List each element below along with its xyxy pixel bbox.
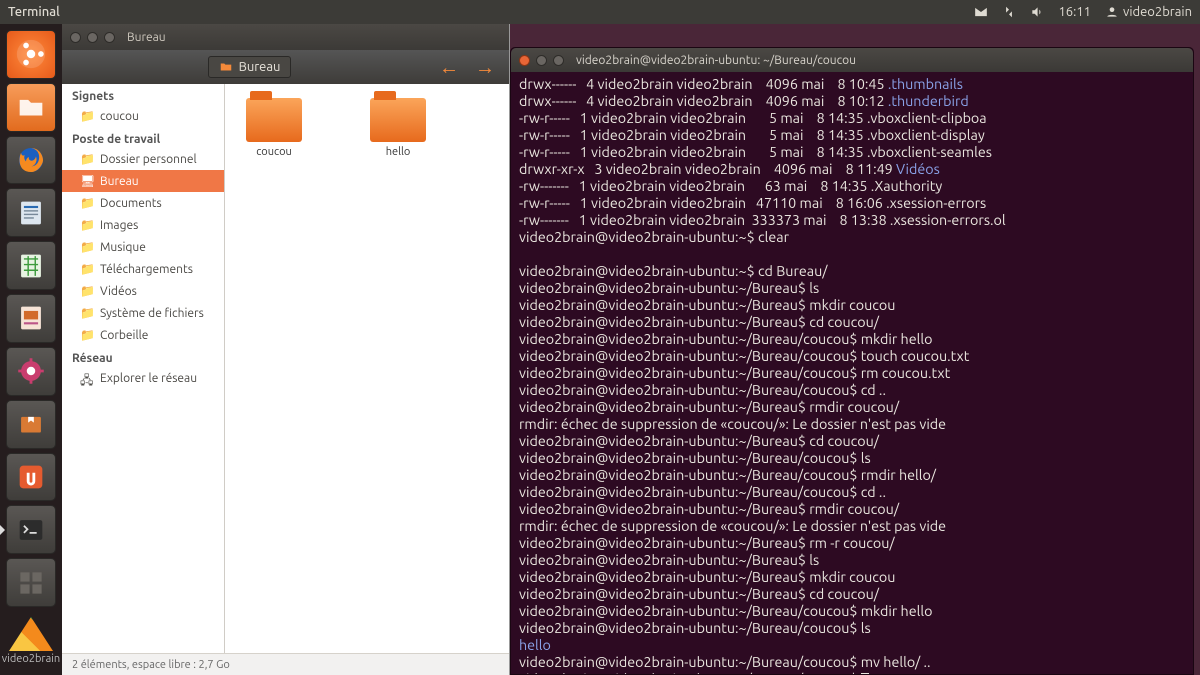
minimize-icon[interactable] bbox=[87, 32, 98, 43]
video2brain-logo-icon bbox=[9, 617, 53, 651]
minimize-icon[interactable] bbox=[536, 55, 547, 66]
folder-icon: 📁 bbox=[80, 240, 94, 254]
sidebar-item-musique[interactable]: 📁 Musique bbox=[62, 236, 224, 258]
folder-icon bbox=[370, 98, 426, 142]
launcher-ubuntuone[interactable] bbox=[6, 453, 56, 502]
sidebar-section-network: Réseau bbox=[62, 346, 224, 367]
folder-icon: 📁 bbox=[80, 262, 94, 276]
launcher-firefox[interactable] bbox=[6, 136, 56, 185]
network-indicator[interactable] bbox=[1002, 5, 1016, 19]
file-toolbar: Bureau ← → bbox=[62, 50, 509, 84]
active-app-title: Terminal bbox=[8, 5, 60, 19]
terminal-title: video2brain@video2brain-ubuntu: ~/Bureau… bbox=[576, 54, 856, 67]
close-icon[interactable] bbox=[70, 32, 81, 43]
sidebar-item-label: Bureau bbox=[100, 175, 139, 188]
sidebar-item-documents[interactable]: 📁 Documents bbox=[62, 192, 224, 214]
sidebar-item-label: Téléchargements bbox=[100, 263, 193, 276]
terminal-output[interactable]: drwx------ 4 video2brain video2brain 409… bbox=[511, 72, 1193, 674]
mail-indicator[interactable] bbox=[974, 5, 988, 19]
nav-forward-button[interactable]: → bbox=[471, 55, 499, 80]
launcher-terminal[interactable] bbox=[6, 505, 56, 554]
sidebar-item-corbeille[interactable]: 📁 Corbeille bbox=[62, 324, 224, 346]
session-user-label: video2brain bbox=[1123, 5, 1192, 19]
sidebar-item-label: Documents bbox=[100, 197, 162, 210]
sidebar-item-système-de-fichiers[interactable]: 📁 Système de fichiers bbox=[62, 302, 224, 324]
folder-label: coucou bbox=[239, 146, 309, 158]
sidebar-section-bookmarks: Signets bbox=[62, 84, 224, 105]
watermark: video2brain bbox=[2, 611, 60, 675]
sidebar-item-label: Musique bbox=[100, 241, 146, 254]
sound-indicator[interactable] bbox=[1030, 5, 1044, 19]
launcher-calc[interactable] bbox=[6, 241, 56, 290]
maximize-icon[interactable] bbox=[553, 55, 564, 66]
statusbar: 2 éléments, espace libre : 2,7 Go bbox=[62, 653, 509, 675]
sidebar-section-workstation: Poste de travail bbox=[62, 127, 224, 148]
terminal-titlebar[interactable]: video2brain@video2brain-ubuntu: ~/Bureau… bbox=[511, 48, 1193, 72]
dash-button[interactable] bbox=[6, 30, 56, 79]
launcher-impress[interactable] bbox=[6, 294, 56, 343]
folder-icon: 📁 bbox=[80, 306, 94, 320]
sidebar-item-vidéos[interactable]: 📁 Vidéos bbox=[62, 280, 224, 302]
window-titlebar[interactable]: Bureau bbox=[62, 24, 509, 50]
breadcrumb-label: Bureau bbox=[239, 60, 281, 74]
unity-launcher: video2brain bbox=[0, 24, 62, 675]
folder-hello[interactable]: hello bbox=[363, 98, 433, 158]
places-sidebar: Signets 📁 coucou Poste de travail 📁 Dossie… bbox=[62, 84, 225, 653]
close-icon[interactable] bbox=[519, 55, 530, 66]
terminal-window: video2brain@video2brain-ubuntu: ~/Bureau… bbox=[510, 47, 1194, 675]
breadcrumb[interactable]: Bureau bbox=[208, 56, 292, 78]
folder-label: hello bbox=[363, 146, 433, 158]
sidebar-item-label: Images bbox=[100, 219, 138, 232]
launcher-writer[interactable] bbox=[6, 188, 56, 237]
folder-icon: 📁 bbox=[80, 284, 94, 298]
folder-icon bbox=[219, 60, 233, 74]
sidebar-item-label: Système de fichiers bbox=[100, 307, 204, 320]
folder-icon: 📁 bbox=[80, 328, 94, 342]
folder-icon: 🖥 bbox=[80, 174, 94, 188]
watermark-label: video2brain bbox=[2, 653, 60, 665]
sidebar-item-label: Explorer le réseau bbox=[100, 372, 197, 385]
sidebar-item-label: Vidéos bbox=[100, 285, 137, 298]
sidebar-item-label: Dossier personnel bbox=[100, 153, 197, 166]
launcher-settings[interactable] bbox=[6, 347, 56, 396]
clock[interactable]: 16:11 bbox=[1058, 5, 1091, 19]
sidebar-item-label: Corbeille bbox=[100, 329, 148, 342]
launcher-software-center[interactable] bbox=[6, 400, 56, 449]
sidebar-item-coucou[interactable]: 📁 coucou bbox=[62, 105, 224, 127]
launcher-workspace[interactable] bbox=[6, 558, 56, 607]
file-manager-window: Bureau Bureau ← → Signets 📁 coucou Poste … bbox=[62, 24, 510, 675]
sidebar-item-network[interactable]: 🖧 Explorer le réseau bbox=[62, 367, 224, 389]
status-text: 2 éléments, espace libre : 2,7 Go bbox=[72, 659, 230, 671]
sidebar-item-téléchargements[interactable]: 📁 Téléchargements bbox=[62, 258, 224, 280]
top-panel: Terminal 16:11 video2brain bbox=[0, 0, 1200, 24]
folder-icon bbox=[246, 98, 302, 142]
maximize-icon[interactable] bbox=[104, 32, 115, 43]
window-title: Bureau bbox=[127, 31, 166, 44]
launcher-files[interactable] bbox=[6, 83, 56, 132]
folder-coucou[interactable]: coucou bbox=[239, 98, 309, 158]
folder-icon: 📁 bbox=[80, 109, 94, 123]
folder-icon: 📁 bbox=[80, 218, 94, 232]
icon-view[interactable]: coucou hello bbox=[225, 84, 509, 653]
network-icon: 🖧 bbox=[80, 371, 94, 385]
folder-icon: 📁 bbox=[80, 152, 94, 166]
sidebar-item-images[interactable]: 📁 Images bbox=[62, 214, 224, 236]
nav-back-button[interactable]: ← bbox=[435, 55, 463, 80]
folder-icon: 📁 bbox=[80, 196, 94, 210]
sidebar-item-dossier-personnel[interactable]: 📁 Dossier personnel bbox=[62, 148, 224, 170]
sidebar-item-label: coucou bbox=[100, 110, 139, 123]
session-menu[interactable]: video2brain bbox=[1105, 5, 1192, 19]
sidebar-item-bureau[interactable]: 🖥 Bureau bbox=[62, 170, 224, 192]
